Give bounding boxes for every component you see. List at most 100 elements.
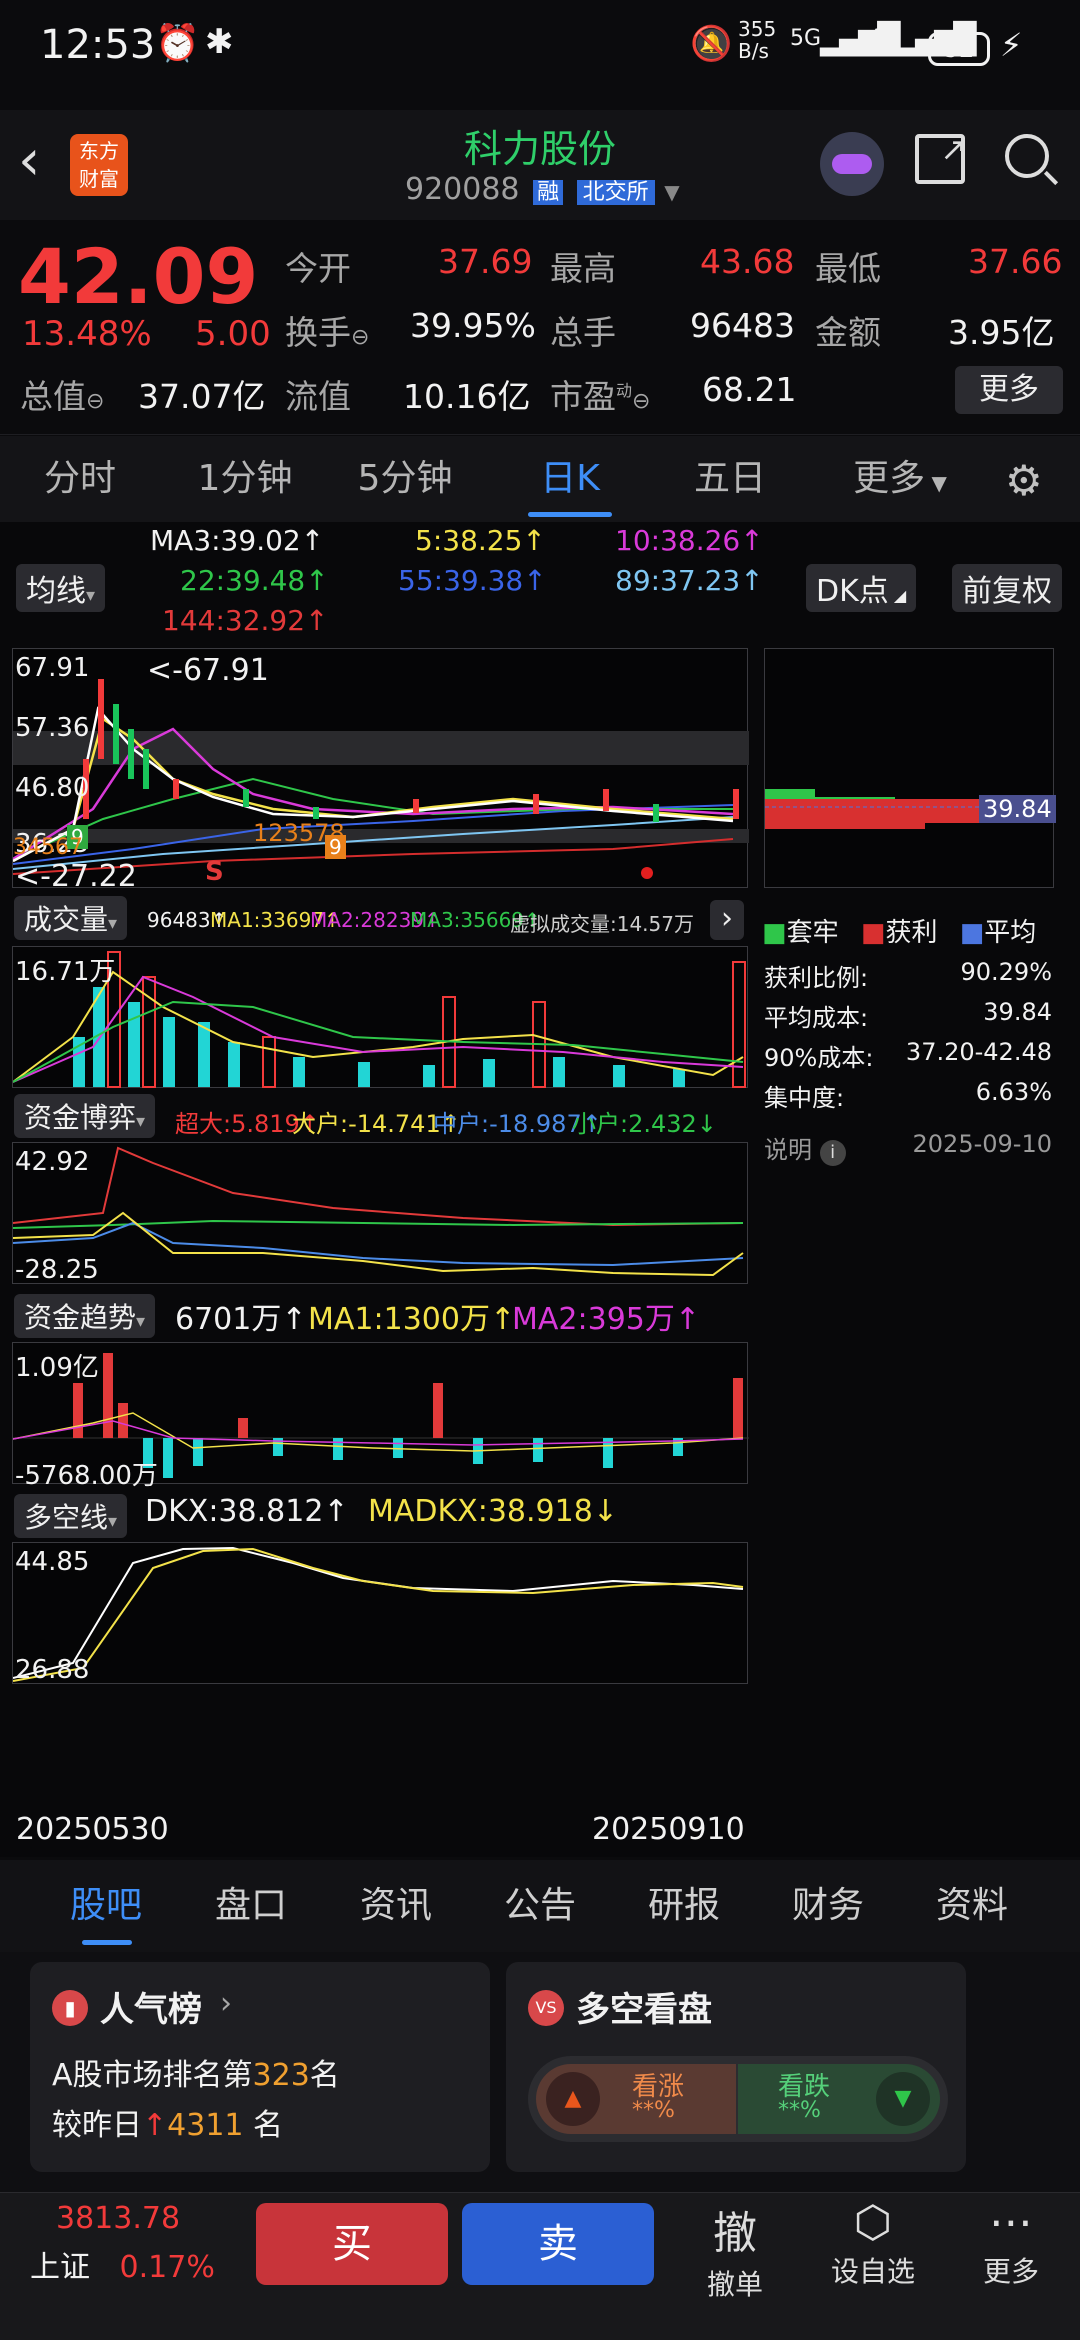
sell-button[interactable]: 卖 [462, 2203, 654, 2285]
tab-finance[interactable]: 财务 [792, 1860, 864, 1952]
bull-up-button[interactable]: ▲ [546, 2072, 600, 2126]
chevron-down-icon: ▾ [136, 1311, 146, 1332]
bear-segment: 看跌 **% ▼ [738, 2064, 940, 2134]
signal-4g-icon: 4G [868, 26, 900, 51]
chevron-down-icon: ▾ [108, 1511, 118, 1532]
expand-arrow-icon[interactable]: › [710, 900, 744, 940]
amount-label: 金额 [815, 313, 881, 352]
arrow-up-icon: ↑ [142, 2108, 168, 2143]
tab-daily-k[interactable]: 日K [520, 436, 620, 522]
tab-profile[interactable]: 资料 [936, 1860, 1008, 1952]
dkx-y-top: 44.85 [15, 1547, 90, 1577]
volume-selector[interactable]: 成交量▾ [14, 896, 128, 940]
volume-panel[interactable]: 16.71万 [12, 946, 748, 1088]
fund-y-top: 42.92 [15, 1147, 90, 1177]
chevron-down-icon: ▾ [108, 913, 118, 934]
turnover-value: 39.95% [410, 306, 536, 345]
tab-timeshare[interactable]: 分时 [20, 436, 140, 522]
legend-avg-swatch: ■ [959, 918, 985, 948]
chip-distribution-panel[interactable]: 39.84 [764, 648, 1056, 888]
rank-line: A股市场排名第323名 [52, 2058, 340, 2093]
tab-news[interactable]: 资讯 [360, 1860, 432, 1952]
chevron-down-icon: ▾ [86, 585, 96, 606]
kline-panel[interactable]: 67.91 57.36 46.80 36.25 <-67.91 <-27.22 … [12, 648, 749, 894]
tab-guba[interactable]: 股吧 [70, 1860, 142, 1952]
buy-button[interactable]: 买 [256, 2203, 448, 2285]
avg-cost-tag: 39.84 [979, 795, 1056, 823]
active-tab-indicator [82, 1940, 132, 1945]
alarm-icon: ⏰ [155, 23, 200, 64]
last-price: 42.09 [18, 232, 259, 321]
content-tabs: 股吧 盘口 资讯 公告 研报 财务 资料 [0, 1860, 1080, 1952]
stock-header: ‹ 东方 财富 科力股份 920088 融 北交所 ▼ ↗ [0, 110, 1080, 220]
more-button[interactable]: ⋯ 更多 [956, 2193, 1066, 2290]
legend-trapped-swatch: ■ [762, 918, 787, 948]
cancel-order-button[interactable]: 撤 撤单 [680, 2193, 790, 2303]
share-icon[interactable]: ↗ [915, 130, 967, 184]
ma-selector[interactable]: 均线▾ [16, 564, 106, 612]
index-ticker[interactable]: 3813.78 上证 0.17% [30, 2201, 215, 2286]
trend-y-bottom: -5768.00万 [15, 1461, 158, 1491]
index-name: 上证 [30, 2250, 90, 2285]
high-value: 43.68 [700, 242, 795, 281]
adjust-button[interactable]: 前复权 [952, 564, 1062, 612]
float-label: 流值 [285, 377, 351, 416]
fund-game-selector[interactable]: 资金博弈▾ [14, 1094, 156, 1138]
stock-code[interactable]: 920088 融 北交所 ▼ [405, 172, 680, 207]
popularity-card[interactable]: ▮ 人气榜 › A股市场排名第323名 较昨日↑4311 名 [30, 1962, 490, 2172]
tab-more[interactable]: 更多 ▼ [850, 436, 950, 522]
tab-pankou[interactable]: 盘口 [215, 1860, 287, 1952]
index-value: 3813.78 [56, 2201, 181, 2236]
fund-small: 小户:2.432↓ [572, 1110, 717, 1138]
chevron-down-icon: ▼ [664, 180, 680, 204]
bear-down-button[interactable]: ▼ [876, 2072, 930, 2126]
ma5-value: 5:38.25↑ [415, 524, 546, 557]
tab-5min[interactable]: 5分钟 [340, 436, 470, 522]
search-icon[interactable] [1005, 134, 1059, 186]
madkx-value: MADKX:38.918↓ [368, 1494, 618, 1529]
signal-5g-icon: 5G [790, 26, 822, 51]
ma3-value: MA3:39.02↑ [150, 524, 325, 557]
cancel-icon: 撤 [713, 2208, 757, 2259]
more-quote-button[interactable]: 更多 [955, 366, 1063, 414]
dkx-selector[interactable]: 多空线▾ [14, 1494, 128, 1538]
status-time: 12:53 [40, 22, 156, 68]
fund-game-panel[interactable]: 42.92 -28.25 [12, 1142, 748, 1285]
ma55-value: 55:39.38↑ [398, 564, 547, 597]
open-value: 37.69 [438, 242, 533, 281]
pct-change: 13.48% [22, 314, 152, 354]
volume-chart [13, 951, 746, 1088]
robot-assistant-icon[interactable] [820, 132, 884, 196]
bullbear-title: 多空看盘 [576, 1990, 712, 2030]
fund-trend-selector[interactable]: 资金趋势▾ [14, 1294, 156, 1338]
charging-icon: ⚡ [1000, 26, 1023, 64]
rank-change-line: 较昨日↑4311 名 [52, 2108, 284, 2143]
y-axis-top: 67.91 [15, 653, 90, 683]
fund-trend-panel[interactable]: 1.09亿 -5768.00万 [12, 1342, 749, 1491]
bull-value: **% [632, 2098, 675, 2123]
signal-nine-orange: 9 [325, 835, 346, 859]
pe-value: 68.21 [702, 370, 797, 409]
volume-label: 总手 [550, 313, 616, 352]
mcap-label: 总值⊖ [20, 377, 105, 416]
tab-1min[interactable]: 1分钟 [180, 436, 310, 522]
ma22-value: 22:39.48↑ [180, 564, 329, 597]
dkx-panel[interactable]: 44.85 26.88 [12, 1542, 748, 1685]
more-dots-icon: ⋯ [989, 2197, 1033, 2248]
bull-bear-card[interactable]: VS 多空看盘 ▲ 看涨 **% 看跌 **% ▼ [506, 1962, 966, 2172]
settings-gear-icon[interactable]: ⚙ [1005, 456, 1043, 505]
price-change: 5.00 [195, 314, 271, 354]
mute-icon: 🔕 [690, 24, 733, 64]
add-watchlist-button[interactable]: ⬡ 设自选 [818, 2193, 928, 2290]
tab-research[interactable]: 研报 [648, 1860, 720, 1952]
ranking-icon: ▮ [52, 1990, 88, 2026]
ma89-value: 89:37.23↑ [615, 564, 764, 597]
bluetooth-icon: ✱ [205, 22, 234, 62]
ma10-value: 10:38.26↑ [615, 524, 764, 557]
dk-point-button[interactable]: DK点 ◢ [806, 564, 917, 612]
tab-five-day[interactable]: 五日 [680, 436, 780, 522]
tab-announcements[interactable]: 公告 [504, 1860, 576, 1952]
bullbear-meter: ▲ 看涨 **% 看跌 **% ▼ [528, 2056, 948, 2142]
battery-icon: 32 [928, 32, 990, 66]
info-icon: ⊖ [351, 325, 370, 350]
